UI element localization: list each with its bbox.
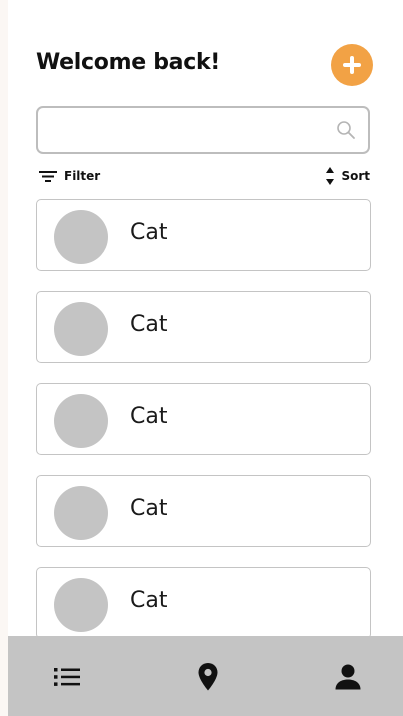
filter-label: Filter [64,169,101,183]
filter-button[interactable]: Filter [38,164,100,188]
list-item[interactable]: Cat [36,475,371,547]
search-input[interactable] [48,108,332,154]
nav-map-button[interactable] [191,660,225,694]
list-item-label: Cat [130,588,168,613]
list-controls: Filter Sort [38,164,370,188]
location-pin-icon [198,663,218,691]
avatar [54,578,108,632]
sort-label: Sort [341,169,370,183]
list-item[interactable]: Cat [36,291,371,363]
add-button[interactable] [331,44,373,86]
avatar [54,394,108,448]
nav-profile-button[interactable] [331,660,365,694]
avatar [54,302,108,356]
bottom-nav [8,636,403,716]
list-item-label: Cat [130,220,168,245]
search-icon[interactable] [336,120,356,140]
sort-button[interactable]: Sort [325,164,370,188]
filter-icon [39,171,57,182]
header: Welcome back! [36,44,373,88]
page-title: Welcome back! [36,50,221,75]
app-screen: Welcome back! Filter Sort Cat Cat Cat Ca… [8,0,403,716]
list-item[interactable]: Cat [36,567,371,639]
nav-list-button[interactable] [50,660,84,694]
list-item-label: Cat [130,312,168,337]
list-item-label: Cat [130,404,168,429]
sort-icon [326,167,335,185]
person-icon [335,664,361,690]
plus-icon [343,56,361,74]
cat-list: Cat Cat Cat Cat Cat [36,199,371,659]
list-item-label: Cat [130,496,168,521]
list-item[interactable]: Cat [36,199,371,271]
avatar [54,486,108,540]
search-box [36,106,370,154]
list-icon [54,668,80,686]
list-item[interactable]: Cat [36,383,371,455]
avatar [54,210,108,264]
